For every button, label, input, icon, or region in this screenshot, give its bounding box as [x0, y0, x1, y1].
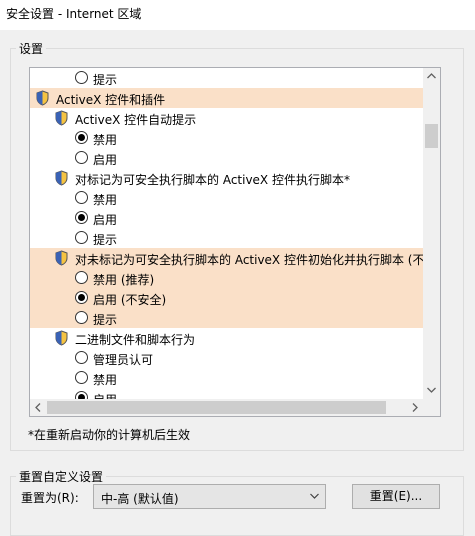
option-label: 启用: [93, 391, 117, 399]
setting-row[interactable]: ActiveX 控件自动提示: [30, 108, 423, 128]
setting-row[interactable]: 二进制文件和脚本行为: [30, 328, 423, 348]
radio-button[interactable]: [75, 231, 88, 244]
setting-row[interactable]: 对未标记为可安全执行脚本的 ActiveX 控件初始化并执行脚本 (不安全): [30, 248, 423, 268]
radio-button-selected[interactable]: [75, 131, 88, 144]
list-item[interactable]: 禁用: [30, 128, 423, 148]
radio-button-selected[interactable]: [75, 291, 88, 304]
settings-list-content: 提示 ActiveX 控件和插件 ActiveX 控件自动提示 禁用 启用 对标…: [30, 68, 423, 399]
shield-icon: [55, 250, 68, 266]
option-label: 启用 (不安全): [93, 293, 167, 307]
list-item[interactable]: 禁用: [30, 188, 423, 208]
scroll-up-arrow[interactable]: [423, 68, 440, 85]
reset-group-legend: 重置自定义设置: [16, 468, 107, 485]
chevron-left-icon: [35, 403, 41, 412]
vertical-scroll-thumb[interactable]: [425, 124, 438, 148]
setting-label: 二进制文件和脚本行为: [75, 333, 196, 347]
horizontal-scrollbar[interactable]: [30, 399, 423, 416]
option-label: 提示: [93, 313, 118, 327]
settings-group-legend: 设置: [16, 40, 47, 57]
security-level-value: 中-高 (默认值): [101, 492, 179, 506]
restart-note: *在重新启动你的计算机后生效: [28, 428, 191, 442]
option-label: 禁用: [93, 373, 118, 387]
setting-label: ActiveX 控件自动提示: [75, 113, 197, 127]
list-item[interactable]: 禁用: [30, 368, 423, 388]
vertical-scrollbar[interactable]: [423, 68, 440, 399]
option-label: 禁用: [93, 133, 118, 147]
category-row[interactable]: ActiveX 控件和插件: [30, 88, 423, 108]
option-label: 启用: [93, 153, 118, 167]
list-item[interactable]: 提示: [30, 228, 423, 248]
scroll-right-arrow[interactable]: [406, 399, 423, 416]
setting-label: 对未标记为可安全执行脚本的 ActiveX 控件初始化并执行脚本 (不安全): [75, 253, 423, 267]
scrollbar-corner: [423, 399, 440, 416]
chevron-down-icon: [427, 387, 436, 393]
setting-row[interactable]: 对标记为可安全执行脚本的 ActiveX 控件执行脚本*: [30, 168, 423, 188]
reset-to-label: 重置为(R):: [21, 491, 79, 505]
horizontal-scroll-thumb[interactable]: [47, 401, 386, 414]
shield-icon: [55, 110, 68, 126]
list-item[interactable]: 提示: [30, 68, 423, 88]
chevron-down-icon: [310, 493, 319, 499]
reset-button[interactable]: 重置(E)...: [352, 484, 440, 509]
radio-button[interactable]: [75, 191, 88, 204]
scroll-left-arrow[interactable]: [30, 399, 47, 416]
list-item[interactable]: 管理员认可: [30, 348, 423, 368]
window-title: 安全设置 - Internet 区域: [6, 7, 142, 21]
option-label: 提示: [93, 73, 118, 87]
radio-button[interactable]: [75, 71, 88, 84]
shield-icon: [55, 170, 68, 186]
option-label: 提示: [93, 233, 118, 247]
radio-button[interactable]: [75, 151, 88, 164]
radio-button[interactable]: [75, 351, 88, 364]
title-bar: 安全设置 - Internet 区域: [0, 0, 475, 30]
radio-button[interactable]: [75, 311, 88, 324]
scroll-down-arrow[interactable]: [423, 382, 440, 399]
shield-icon: [36, 90, 49, 106]
option-label: 禁用: [93, 193, 118, 207]
option-label: 禁用 (推荐): [93, 273, 155, 287]
radio-button[interactable]: [75, 371, 88, 384]
radio-button-selected[interactable]: [75, 211, 88, 224]
chevron-right-icon: [412, 403, 418, 412]
chevron-up-icon: [427, 73, 436, 79]
list-item[interactable]: 禁用 (推荐): [30, 268, 423, 288]
list-item[interactable]: 启用: [30, 208, 423, 228]
radio-button[interactable]: [75, 271, 88, 284]
setting-label: 对标记为可安全执行脚本的 ActiveX 控件执行脚本*: [75, 173, 350, 187]
radio-button-selected[interactable]: [75, 391, 88, 399]
option-label: 启用: [93, 213, 118, 227]
category-label: ActiveX 控件和插件: [56, 93, 166, 107]
list-item[interactable]: 提示: [30, 308, 423, 328]
settings-list[interactable]: 提示 ActiveX 控件和插件 ActiveX 控件自动提示 禁用 启用 对标…: [29, 67, 441, 417]
list-item[interactable]: 启用: [30, 148, 423, 168]
security-level-select[interactable]: 中-高 (默认值): [93, 484, 326, 509]
list-item[interactable]: 启用 (不安全): [30, 288, 423, 308]
option-label: 管理员认可: [93, 353, 154, 367]
list-item[interactable]: 启用: [30, 388, 423, 399]
shield-icon: [55, 330, 68, 346]
